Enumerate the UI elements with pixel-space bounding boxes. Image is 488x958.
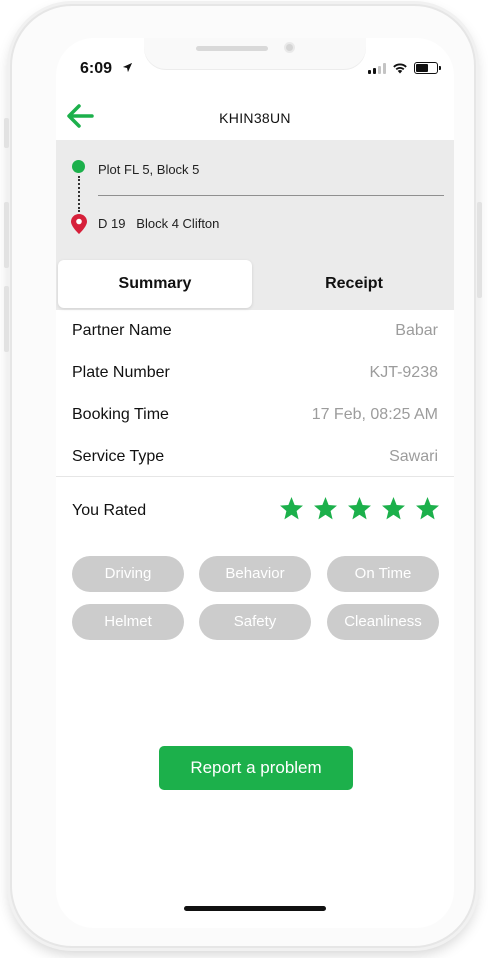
section-divider	[56, 476, 454, 477]
battery-icon	[414, 62, 441, 74]
screen: 6:09 KHIN38UN Plot FL 5, Block 5 D 19 Bl…	[56, 38, 454, 928]
volume-down-button	[4, 286, 9, 352]
report-problem-button[interactable]: Report a problem	[159, 746, 353, 790]
app-header: KHIN38UN	[56, 94, 454, 140]
route-summary: Plot FL 5, Block 5 D 19 Block 4 Clifton	[56, 140, 454, 258]
tab-receipt[interactable]: Receipt	[256, 260, 452, 308]
rating-stars	[279, 496, 440, 521]
notch	[144, 38, 366, 70]
location-arrow-icon	[122, 62, 133, 73]
home-indicator[interactable]	[184, 906, 326, 911]
star-icon	[280, 497, 303, 520]
phone-frame: 6:09 KHIN38UN Plot FL 5, Block 5 D 19 Bl…	[4, 4, 482, 948]
dropoff-address: D 19 Block 4 Clifton	[98, 216, 220, 231]
detail-value: Sawari	[389, 448, 438, 465]
star-icon	[348, 497, 371, 520]
power-button	[477, 202, 482, 298]
detail-label: Partner Name	[72, 322, 172, 339]
dropoff-pin-icon	[71, 214, 87, 234]
detail-row-booking-time: Booking Time 17 Feb, 08:25 AM	[72, 406, 438, 430]
cellular-signal-icon	[368, 62, 386, 74]
tab-bar: Summary Receipt	[56, 258, 454, 310]
status-icons	[368, 62, 441, 74]
pickup-address: Plot FL 5, Block 5	[98, 162, 200, 177]
front-camera	[284, 42, 295, 53]
detail-value: KJT-9238	[369, 364, 438, 381]
star-icon	[382, 497, 405, 520]
feedback-chip-helmet[interactable]: Helmet	[72, 604, 184, 640]
route-divider	[98, 195, 444, 196]
feedback-chip-on-time[interactable]: On Time	[327, 556, 439, 592]
detail-value: 17 Feb, 08:25 AM	[311, 406, 438, 423]
route-connector	[78, 176, 80, 212]
detail-value: Babar	[395, 322, 438, 339]
volume-up-button	[4, 202, 9, 268]
booking-id-title: KHIN38UN	[219, 110, 291, 126]
feedback-chip-driving[interactable]: Driving	[72, 556, 184, 592]
feedback-chip-cleanliness[interactable]: Cleanliness	[327, 604, 439, 640]
tab-summary[interactable]: Summary	[58, 260, 252, 308]
mute-switch	[4, 118, 9, 148]
feedback-chip-safety[interactable]: Safety	[199, 604, 311, 640]
detail-label: Booking Time	[72, 406, 169, 423]
rating-label: You Rated	[72, 502, 147, 519]
detail-label: Plate Number	[72, 364, 170, 381]
detail-label: Service Type	[72, 448, 165, 465]
wifi-icon	[393, 63, 407, 74]
feedback-chip-behavior[interactable]: Behavior	[199, 556, 311, 592]
detail-row-partner-name: Partner Name Babar	[72, 322, 438, 346]
detail-row-service-type: Service Type Sawari	[72, 448, 438, 472]
pickup-pin-icon	[72, 160, 85, 173]
star-icon	[416, 497, 439, 520]
speaker	[196, 46, 268, 51]
detail-row-plate-number: Plate Number KJT-9238	[72, 364, 438, 388]
status-time: 6:09	[80, 60, 113, 77]
star-icon	[314, 497, 337, 520]
